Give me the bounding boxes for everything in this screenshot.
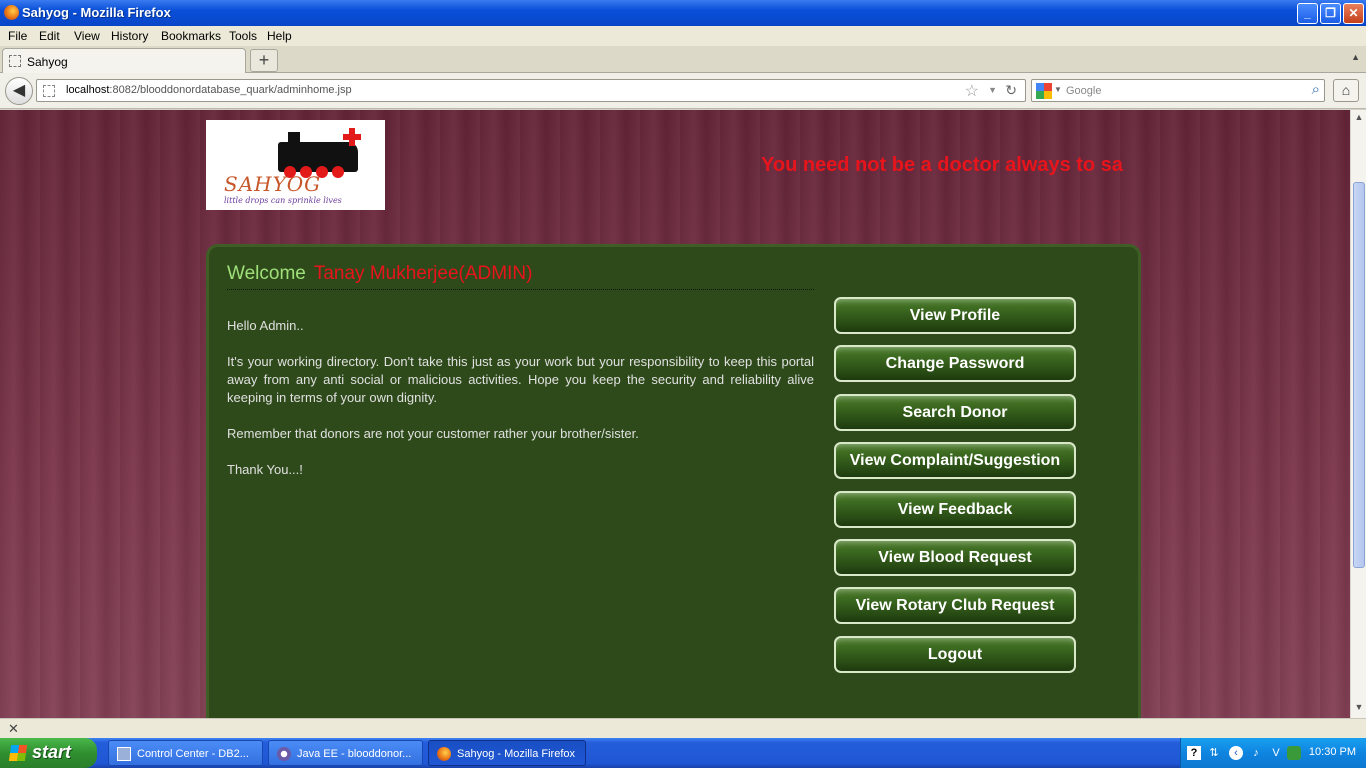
new-tab-button[interactable]: + (250, 49, 278, 72)
thanks-text: Thank You...! (227, 462, 303, 477)
reload-icon[interactable]: ↻ (1005, 82, 1017, 99)
bookmark-star-icon[interactable]: ☆ (965, 81, 979, 101)
minimize-button[interactable]: _ (1297, 3, 1318, 24)
responsibility-text: It's your working directory. Don't take … (227, 354, 814, 405)
admin-panel: Welcome Tanay Mukherjee(ADMIN) Hello Admi… (206, 244, 1141, 718)
home-button[interactable]: ⌂ (1333, 79, 1359, 102)
page-icon (9, 55, 21, 67)
scroll-thumb[interactable] (1353, 182, 1365, 568)
task-java-ee[interactable]: Java EE - blooddonor... (268, 740, 423, 766)
start-button[interactable]: start (0, 738, 97, 768)
firefox-icon (4, 5, 19, 20)
site-identity-icon[interactable] (43, 85, 55, 97)
search-bar[interactable]: ▼ Google ⌕ (1031, 79, 1325, 102)
firefox-icon (437, 747, 451, 761)
task-firefox[interactable]: Sahyog - Mozilla Firefox (428, 740, 586, 766)
logo-name: SAHYOG (224, 172, 322, 196)
window-title: Sahyog - Mozilla Firefox (22, 5, 171, 20)
page-content: SAHYOG little drops can sprinkle lives Y… (0, 110, 1350, 718)
logout-button[interactable]: Logout (834, 636, 1076, 673)
search-input[interactable]: Google (1066, 85, 1101, 97)
url-bar[interactable]: localhost:8082/blooddonordatabase_quark/… (36, 79, 1026, 102)
menu-file[interactable]: File (8, 29, 27, 43)
system-tray: ? ⇅ ‹ ♪ V 10:30 PM (1180, 738, 1366, 768)
navigation-bar: ◀ localhost:8082/blooddonordatabase_quar… (0, 73, 1366, 109)
greeting-text: Hello Admin.. (227, 318, 304, 333)
search-engine-dropdown-icon[interactable]: ▼ (1054, 85, 1062, 94)
close-button[interactable]: ✕ (1343, 3, 1364, 24)
url-text[interactable]: localhost:8082/blooddonordatabase_quark/… (66, 84, 352, 96)
google-icon[interactable] (1036, 83, 1052, 99)
close-addon-bar-icon[interactable]: ✕ (8, 721, 19, 737)
view-blood-request-button[interactable]: View Blood Request (834, 539, 1076, 576)
tab-sahyog[interactable]: Sahyog (2, 48, 246, 73)
addon-bar: ✕ (0, 718, 1366, 738)
vertical-scrollbar[interactable]: ▲ ▼ (1350, 110, 1366, 718)
menu-bookmarks[interactable]: Bookmarks (161, 29, 221, 43)
title-bar: Sahyog - Mozilla Firefox _ ❐ ✕ (0, 0, 1366, 26)
search-icon[interactable]: ⌕ (1312, 81, 1320, 98)
marquee-text: You need not be a doctor always to sa (761, 154, 1123, 176)
logo-tagline: little drops can sprinkle lives (224, 196, 342, 205)
reminder-text: Remember that donors are not your custom… (227, 426, 639, 441)
menu-help[interactable]: Help (267, 29, 292, 43)
volume-icon[interactable]: ♪ (1249, 746, 1263, 760)
network-icon[interactable]: ⇅ (1207, 746, 1221, 760)
sahyog-logo[interactable]: SAHYOG little drops can sprinkle lives (206, 120, 385, 210)
tab-list-arrow-icon[interactable]: ▲ (1351, 52, 1360, 62)
heading-divider (227, 289, 814, 290)
clock: 10:30 PM (1308, 746, 1356, 758)
back-button[interactable]: ◀ (5, 77, 33, 105)
view-rotary-club-request-button[interactable]: View Rotary Club Request (834, 587, 1076, 624)
menu-bar: File Edit View History Bookmarks Tools H… (0, 26, 1366, 46)
help-icon[interactable]: ? (1187, 746, 1201, 760)
db2-icon (117, 747, 131, 761)
user-name: Tanay Mukherjee(ADMIN) (313, 263, 533, 284)
tab-bar: Sahyog + ▲ (0, 46, 1366, 73)
menu-tools[interactable]: Tools (229, 29, 257, 43)
view-profile-button[interactable]: View Profile (834, 297, 1076, 334)
red-cross-icon (343, 128, 361, 146)
maximize-button[interactable]: ❐ (1320, 3, 1341, 24)
view-feedback-button[interactable]: View Feedback (834, 491, 1076, 528)
change-password-button[interactable]: Change Password (834, 345, 1076, 382)
welcome-label: Welcome (227, 263, 306, 284)
tab-label: Sahyog (27, 55, 68, 69)
scroll-up-icon[interactable]: ▲ (1352, 112, 1366, 126)
scroll-down-icon[interactable]: ▼ (1352, 702, 1366, 716)
menu-edit[interactable]: Edit (39, 29, 60, 43)
view-complaint-button[interactable]: View Complaint/Suggestion (834, 442, 1076, 479)
welcome-heading: Welcome Tanay Mukherjee(ADMIN) (227, 263, 532, 285)
task-control-center[interactable]: Control Center - DB2... (108, 740, 263, 766)
menu-history[interactable]: History (111, 29, 148, 43)
windows-taskbar: start Control Center - DB2... Java EE - … (0, 738, 1366, 768)
search-donor-button[interactable]: Search Donor (834, 394, 1076, 431)
welcome-message: Hello Admin.. It's your working director… (227, 317, 814, 497)
v-icon[interactable]: V (1269, 746, 1283, 760)
firefox-window: Sahyog - Mozilla Firefox _ ❐ ✕ File Edit… (0, 0, 1366, 768)
tray-app-icon[interactable] (1287, 746, 1301, 760)
menu-view[interactable]: View (74, 29, 100, 43)
eclipse-icon (277, 747, 291, 761)
collapse-tray-icon[interactable]: ‹ (1229, 746, 1243, 760)
url-dropdown-icon[interactable]: ▼ (988, 85, 997, 95)
windows-logo-icon (8, 745, 28, 761)
